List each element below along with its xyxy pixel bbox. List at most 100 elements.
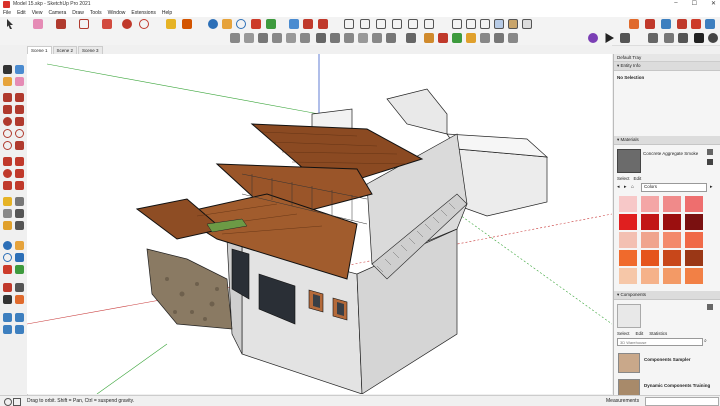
components-tab-select[interactable]: Select bbox=[617, 331, 630, 336]
rectangle-tool-icon[interactable] bbox=[79, 19, 89, 29]
component-options-icon[interactable] bbox=[707, 304, 713, 310]
menu-tools[interactable]: Tools bbox=[87, 10, 105, 16]
maximize-icon[interactable]: ☐ bbox=[692, 0, 697, 7]
entity-info-header[interactable]: ▾ Entity Info bbox=[614, 62, 720, 71]
trim-icon[interactable] bbox=[300, 33, 310, 43]
shaded-textures-icon[interactable] bbox=[508, 19, 518, 29]
sample-paint-icon[interactable] bbox=[707, 159, 713, 165]
follow-me-icon[interactable] bbox=[15, 169, 24, 178]
dimension-icon[interactable] bbox=[15, 197, 24, 206]
add-location-icon[interactable] bbox=[438, 33, 448, 43]
back-view-icon[interactable] bbox=[408, 19, 418, 29]
materials-header[interactable]: ▾ Materials bbox=[614, 136, 720, 145]
menu-window[interactable]: Window bbox=[105, 10, 129, 16]
line-tool-icon[interactable] bbox=[56, 19, 66, 29]
stamp-icon[interactable] bbox=[358, 33, 368, 43]
section-cut-icon[interactable] bbox=[661, 19, 671, 29]
arc-icon[interactable] bbox=[3, 129, 12, 138]
intersect-icon[interactable] bbox=[258, 33, 268, 43]
photo-texture-icon[interactable] bbox=[424, 33, 434, 43]
animation-icon[interactable] bbox=[620, 33, 630, 43]
smoove-icon[interactable] bbox=[344, 33, 354, 43]
paint-icon[interactable] bbox=[3, 77, 12, 86]
tab-scene-2[interactable]: Scene 2 bbox=[52, 46, 78, 54]
toggle-terrain-icon[interactable] bbox=[452, 33, 462, 43]
menu-view[interactable]: View bbox=[29, 10, 46, 16]
menu-file[interactable]: File bbox=[0, 10, 14, 16]
push-pull-tool-icon[interactable] bbox=[102, 19, 112, 29]
components-header[interactable]: ▾ Components bbox=[614, 291, 720, 300]
push-pull-icon[interactable] bbox=[15, 157, 24, 166]
offset-icon[interactable] bbox=[15, 181, 24, 190]
protractor-icon[interactable] bbox=[480, 33, 490, 43]
top-view-icon[interactable] bbox=[360, 19, 370, 29]
scale-icon[interactable] bbox=[3, 181, 12, 190]
style-builder-icon[interactable] bbox=[705, 19, 715, 29]
zoom-window-icon[interactable] bbox=[15, 253, 24, 262]
create-material-icon[interactable] bbox=[707, 149, 713, 155]
xray-icon[interactable] bbox=[452, 19, 462, 29]
sandbox-contours-icon[interactable] bbox=[316, 33, 326, 43]
monochrome-icon[interactable] bbox=[522, 19, 532, 29]
sandbox-mesh-icon[interactable] bbox=[15, 313, 24, 322]
pan-icon[interactable] bbox=[15, 241, 24, 250]
3d-text-icon[interactable] bbox=[15, 221, 24, 230]
material-swatch[interactable] bbox=[685, 250, 703, 266]
material-swatch[interactable] bbox=[641, 232, 659, 248]
details-icon[interactable]: ▸ bbox=[710, 184, 713, 190]
zoom-extents-icon[interactable] bbox=[251, 19, 261, 29]
camera-icon[interactable] bbox=[678, 33, 688, 43]
materials-tab-edit[interactable]: Edit bbox=[634, 176, 642, 181]
material-swatch[interactable] bbox=[663, 250, 681, 266]
back-arrow-icon[interactable]: ◂ bbox=[617, 184, 620, 190]
position-camera-icon[interactable] bbox=[3, 283, 12, 292]
freehand-icon[interactable] bbox=[15, 93, 24, 102]
minimize-icon[interactable]: – bbox=[674, 0, 677, 7]
fog-icon[interactable] bbox=[664, 33, 674, 43]
orbit-tool-icon[interactable] bbox=[208, 19, 218, 29]
menu-extensions[interactable]: Extensions bbox=[128, 10, 158, 16]
components-tab-statistics[interactable]: Statistics bbox=[649, 331, 667, 336]
subtract-icon[interactable] bbox=[286, 33, 296, 43]
pie-icon[interactable] bbox=[15, 141, 24, 150]
rectangle-icon[interactable] bbox=[3, 105, 12, 114]
material-swatch[interactable] bbox=[685, 196, 703, 212]
settings-icon[interactable] bbox=[708, 33, 718, 43]
walk-icon[interactable] bbox=[15, 283, 24, 292]
material-swatch[interactable] bbox=[641, 250, 659, 266]
list-item[interactable]: Components Sampler bbox=[614, 349, 720, 375]
play-icon[interactable] bbox=[605, 33, 614, 43]
rotated-rectangle-icon[interactable] bbox=[15, 105, 24, 114]
sandbox-scratch-icon[interactable] bbox=[330, 33, 340, 43]
protractor-tool-icon[interactable] bbox=[3, 209, 12, 218]
paint-bucket-icon[interactable] bbox=[182, 19, 192, 29]
flip-edge-icon[interactable] bbox=[406, 33, 416, 43]
material-swatch[interactable] bbox=[641, 196, 659, 212]
tape-measure-icon[interactable] bbox=[166, 19, 176, 29]
material-swatch[interactable] bbox=[663, 214, 681, 230]
eraser-icon[interactable] bbox=[15, 77, 24, 86]
extension-warehouse-icon[interactable] bbox=[318, 19, 328, 29]
render-icon[interactable] bbox=[694, 33, 704, 43]
collection-select[interactable]: Colors bbox=[641, 183, 707, 192]
tab-scene-3[interactable]: Scene 3 bbox=[78, 46, 103, 54]
material-swatch[interactable] bbox=[685, 232, 703, 248]
menu-camera[interactable]: Camera bbox=[45, 10, 69, 16]
text-icon[interactable] bbox=[15, 209, 24, 218]
material-swatch[interactable] bbox=[685, 214, 703, 230]
tape-icon[interactable] bbox=[3, 197, 12, 206]
select-icon[interactable] bbox=[3, 65, 12, 74]
add-detail-icon[interactable] bbox=[386, 33, 396, 43]
tab-scene-1[interactable]: Scene 1 bbox=[27, 46, 52, 54]
components-tab-edit[interactable]: Edit bbox=[636, 331, 644, 336]
rotate-icon[interactable] bbox=[3, 169, 12, 178]
forward-arrow-icon[interactable]: ▸ bbox=[624, 184, 627, 190]
iso-view-icon[interactable] bbox=[344, 19, 354, 29]
rotate-tool-icon[interactable] bbox=[139, 19, 149, 29]
material-swatch[interactable] bbox=[663, 232, 681, 248]
shaded-icon[interactable] bbox=[494, 19, 504, 29]
circle-icon[interactable] bbox=[3, 117, 12, 126]
search-icon[interactable]: ⌕ bbox=[704, 338, 707, 344]
right-view-icon[interactable] bbox=[392, 19, 402, 29]
layout-icon[interactable] bbox=[691, 19, 701, 29]
